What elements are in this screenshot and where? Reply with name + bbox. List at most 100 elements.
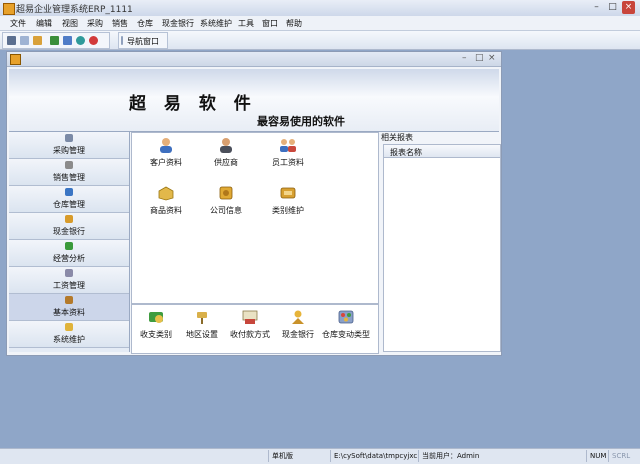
print-icon[interactable] — [50, 36, 59, 45]
title-bar: 超易企业管理系统ERP_1111 – □ × — [0, 0, 640, 17]
purchase-icon — [65, 134, 73, 142]
category-maintenance-button[interactable]: 类别维护 — [256, 185, 320, 215]
menu-purchase[interactable]: 采购 — [87, 18, 103, 29]
warehouse-icon — [65, 188, 73, 196]
navigation-window-titlebar: – □ × — [7, 52, 501, 67]
cash-bank-icon — [292, 310, 304, 324]
product-icon — [158, 186, 174, 201]
icon-label: 员工资料 — [272, 158, 304, 167]
sidebar-item-system-maintenance[interactable]: 系统维护 — [9, 321, 129, 348]
menu-help[interactable]: 帮助 — [286, 18, 302, 29]
supplier-button[interactable]: 供应商 — [194, 137, 258, 167]
menu-view[interactable]: 视图 — [62, 18, 78, 29]
banner-title: 超 易 软 件 — [129, 94, 257, 114]
menu-edit[interactable]: 编辑 — [36, 18, 52, 29]
icon-label: 客户资料 — [150, 158, 182, 167]
supplier-icon — [220, 138, 232, 153]
sidebar-item-label: 采购管理 — [53, 146, 85, 155]
sidebar-item-basic-data[interactable]: 基本资料 — [9, 294, 129, 321]
sidebar-item-salary[interactable]: 工资管理 — [9, 267, 129, 294]
chart-icon[interactable] — [63, 36, 72, 45]
status-scrl: SCRL — [608, 450, 636, 462]
window-title: 超易企业管理系统ERP_1111 — [16, 5, 133, 15]
system-maintenance-icon — [65, 323, 73, 331]
globe-icon[interactable] — [76, 36, 85, 45]
menu-bar: 文件 编辑 视图 采购 销售 仓库 现金银行 系统维护 工具 窗口 帮助 — [0, 16, 640, 31]
company-info-button[interactable]: 公司信息 — [194, 185, 258, 215]
banner-subtitle: 最容易使用的软件 — [257, 115, 345, 128]
menu-tools[interactable]: 工具 — [238, 18, 254, 29]
status-data-path: E:\cySoft\data\tmpcyjxc.sys — [330, 450, 418, 462]
analysis-icon — [65, 242, 73, 250]
icon-label: 商品资料 — [150, 206, 182, 215]
close-button[interactable]: × — [622, 1, 635, 14]
nav-window-label: 导航窗口 — [127, 37, 159, 46]
app-icon — [3, 3, 15, 15]
banner: 超 易 软 件 最容易使用的软件 — [9, 69, 499, 132]
cut-icon[interactable] — [7, 36, 16, 45]
status-bar: 单机版 E:\cySoft\data\tmpcyjxc.sys 当前用户：Adm… — [0, 448, 640, 464]
sidebar-item-label: 现金银行 — [53, 227, 85, 236]
income-expense-icon — [149, 312, 163, 323]
icon-label: 公司信息 — [210, 206, 242, 215]
region-icon — [197, 312, 207, 324]
sidebar-item-label: 销售管理 — [53, 173, 85, 182]
sidebar-item-purchase[interactable]: 采购管理 — [9, 132, 129, 159]
sidebar-item-label: 基本资料 — [53, 308, 85, 317]
basic-data-icon — [65, 296, 73, 304]
grip-icon — [121, 36, 123, 45]
module-content-secondary: 收支类别 地区设置 收付款方式 现金银行 仓库变动类型 — [131, 304, 379, 354]
nav-window-button[interactable]: 导航窗口 — [118, 32, 168, 49]
sidebar-item-label: 系统维护 — [53, 335, 85, 344]
related-reports-panel: 相关报表 报表名称 — [379, 132, 501, 352]
sidebar-item-label: 仓库管理 — [53, 200, 85, 209]
payment-method-icon — [242, 310, 258, 324]
icon-label: 类别维护 — [272, 206, 304, 215]
warehouse-change-type-button[interactable]: 仓库变动类型 — [314, 309, 378, 339]
module-content: 客户资料 供应商 员工资料 商品资料 公司信息 类别维护 — [131, 132, 379, 304]
nav-maximize-button[interactable]: □ — [475, 53, 484, 63]
maximize-button[interactable]: □ — [606, 1, 619, 14]
sidebar-item-label: 经营分析 — [53, 254, 85, 263]
reports-list[interactable]: 报表名称 — [383, 144, 501, 352]
employee-data-button[interactable]: 员工资料 — [256, 137, 320, 167]
salary-icon — [65, 269, 73, 277]
product-data-button[interactable]: 商品资料 — [134, 185, 198, 215]
menu-window[interactable]: 窗口 — [262, 18, 278, 29]
icon-label: 仓库变动类型 — [322, 330, 370, 339]
employee-icon — [280, 139, 296, 152]
customer-data-button[interactable]: 客户资料 — [134, 137, 198, 167]
sales-icon — [65, 161, 73, 169]
sidebar-item-sales[interactable]: 销售管理 — [9, 159, 129, 186]
toolbar-group — [2, 32, 110, 49]
help-icon[interactable] — [89, 36, 98, 45]
category-icon — [280, 187, 296, 199]
related-reports-title: 相关报表 — [381, 133, 413, 142]
sidebar-item-cash-bank[interactable]: 现金银行 — [9, 213, 129, 240]
reports-column-header[interactable]: 报表名称 — [384, 145, 500, 158]
sidebar-item-analysis[interactable]: 经营分析 — [9, 240, 129, 267]
status-current-user: 当前用户：Admin — [418, 450, 582, 462]
cash-bank-icon — [65, 215, 73, 223]
company-info-icon — [219, 186, 233, 200]
warehouse-change-icon — [338, 310, 354, 324]
sidebar-item-warehouse[interactable]: 仓库管理 — [9, 186, 129, 213]
menu-system-maintenance[interactable]: 系统维护 — [200, 18, 232, 29]
status-num: NUM — [586, 450, 610, 462]
module-sidebar: 采购管理 销售管理 仓库管理 现金银行 经营分析 工资管理 基本资料 系统维护 — [9, 132, 130, 352]
menu-file[interactable]: 文件 — [10, 18, 26, 29]
menu-sales[interactable]: 销售 — [112, 18, 128, 29]
nav-minimize-button[interactable]: – — [462, 53, 467, 63]
customer-icon — [160, 138, 172, 153]
navigation-window: – □ × 超 易 软 件 最容易使用的软件 采购管理 销售管理 仓库管理 现金… — [6, 51, 502, 356]
paste-icon[interactable] — [33, 36, 42, 45]
report-name-column: 报表名称 — [390, 148, 422, 157]
status-machine: 单机版 — [268, 450, 328, 462]
menu-warehouse[interactable]: 仓库 — [137, 18, 153, 29]
menu-cash-bank[interactable]: 现金银行 — [162, 18, 194, 29]
icon-label: 供应商 — [214, 158, 238, 167]
toolbar: 导航窗口 — [0, 31, 640, 50]
minimize-button[interactable]: – — [590, 1, 603, 14]
nav-close-button[interactable]: × — [488, 53, 496, 63]
copy-icon[interactable] — [20, 36, 29, 45]
